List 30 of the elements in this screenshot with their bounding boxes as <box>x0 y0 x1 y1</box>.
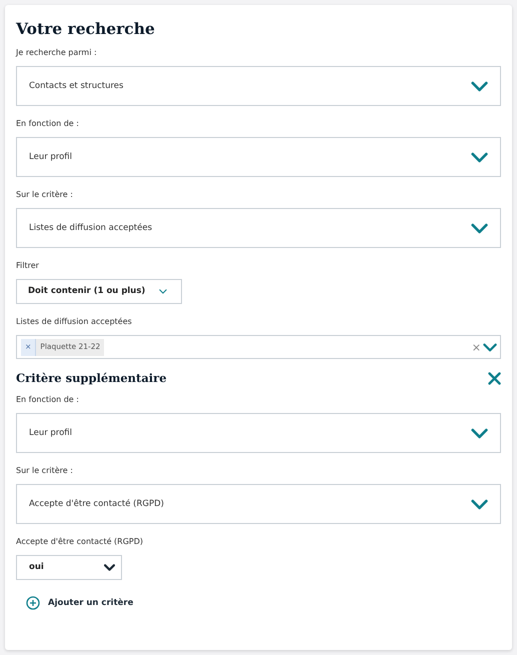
chevron-down-icon <box>104 564 115 571</box>
field-label: Listes de diffusion acceptées <box>16 317 132 327</box>
field-label: Je recherche parmi : <box>16 48 97 58</box>
select-field[interactable]: Contacts et structures <box>16 66 501 106</box>
select-field[interactable]: Leur profil <box>16 137 501 177</box>
chevron-down-icon <box>471 498 488 510</box>
close-icon <box>488 372 501 384</box>
chevron-down-icon <box>471 152 488 162</box>
field-label: En fonction de : <box>16 119 79 129</box>
field-label: Sur le critère : <box>16 190 73 200</box>
chevron-down-icon <box>471 428 488 438</box>
select-field[interactable]: Listes de diffusion acceptées <box>16 208 501 248</box>
chevron-down-icon <box>159 289 167 294</box>
field-label: En fonction de : <box>16 395 79 405</box>
field-label: Accepte d'être contacté (RGPD) <box>16 537 144 547</box>
select-field[interactable]: Accepte d'être contacté (RGPD) <box>16 484 501 524</box>
plus-circle-icon <box>26 596 40 610</box>
select-field[interactable]: Doit contenir (1 ou plus) <box>16 279 182 304</box>
field-label: Sur le critère : <box>16 466 73 476</box>
select-field[interactable]: oui <box>16 555 122 580</box>
close-button[interactable] <box>488 372 501 384</box>
field-label: Filtrer <box>16 261 39 271</box>
add-criterion-button[interactable]: Ajouter un critère <box>26 596 134 610</box>
chevron-down-icon <box>471 222 488 234</box>
panel-title: Votre recherche <box>16 19 156 39</box>
section-title: Critère supplémentaire <box>16 370 167 386</box>
chevron-down-icon <box>483 342 497 352</box>
clear-button[interactable]: × <box>472 342 481 352</box>
select-field[interactable]: Leur profil <box>16 413 501 453</box>
chevron-down-icon <box>471 80 488 92</box>
